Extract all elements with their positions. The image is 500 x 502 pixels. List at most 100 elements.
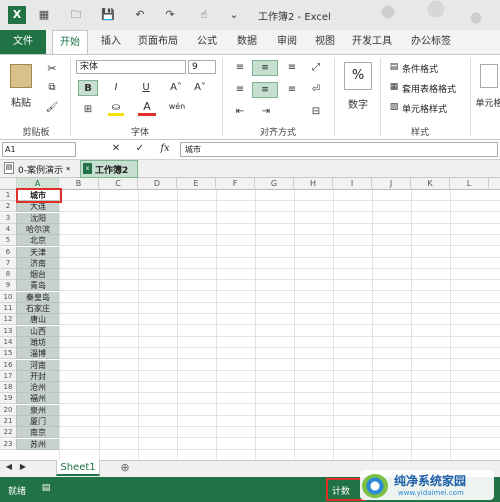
row-header[interactable]: 10 (0, 292, 17, 303)
italic-button[interactable]: I (106, 80, 126, 96)
cell-styles-button[interactable]: 单元格样式 (402, 102, 447, 115)
cell-city[interactable]: 沧州 (17, 382, 59, 393)
row-header[interactable]: 13 (0, 326, 17, 337)
phonetic-icon[interactable]: wén (166, 102, 188, 111)
redo-icon[interactable]: ↷ (162, 7, 178, 23)
tab-page-layout[interactable]: 页面布局 (136, 30, 180, 54)
align-center-icon[interactable]: ≡ (252, 82, 278, 98)
macro-record-icon[interactable]: ▤ (40, 483, 52, 493)
cell-city[interactable]: 泉州 (17, 405, 59, 416)
workbook-tab-label[interactable]: 工作簿2 (95, 163, 128, 176)
font-size-select[interactable]: 9 (188, 60, 216, 74)
number-format-icon[interactable]: % (344, 62, 372, 90)
insert-function-icon[interactable]: fx (158, 143, 172, 154)
decrease-indent-icon[interactable]: ⇤ (232, 104, 248, 120)
row-header[interactable]: 8 (0, 269, 17, 280)
cell-city[interactable]: 北京 (17, 235, 59, 246)
row-header[interactable]: 19 (0, 393, 17, 404)
row-header[interactable]: 23 (0, 439, 17, 450)
tab-view[interactable]: 视图 (310, 30, 340, 54)
row-header[interactable]: 22 (0, 427, 17, 438)
column-header-e[interactable]: E (177, 178, 216, 190)
cell-city[interactable]: 天津 (17, 247, 59, 258)
customize-qat-icon[interactable]: ⌄ (226, 7, 242, 23)
tab-formulas[interactable]: 公式 (192, 30, 222, 54)
tab-insert[interactable]: 插入 (96, 30, 126, 54)
bold-button[interactable]: B (78, 80, 98, 96)
border-icon[interactable]: ⊞ (78, 102, 98, 118)
tab-office-tab[interactable]: 办公标签 (408, 30, 454, 54)
column-header-j[interactable]: J (372, 178, 411, 190)
cell-city[interactable]: 烟台 (17, 269, 59, 280)
tab-data[interactable]: 数据 (232, 30, 262, 54)
cell-city[interactable]: 开封 (17, 371, 59, 382)
cell-city[interactable]: 山西 (17, 326, 59, 337)
add-sheet-icon[interactable]: ⊕ (118, 461, 132, 474)
merge-cells-icon[interactable]: ⊟ (308, 104, 324, 120)
font-grow-icon[interactable]: A˄ (166, 80, 186, 96)
underline-button[interactable]: U (136, 80, 156, 96)
fill-color-icon[interactable]: ⛀ (108, 102, 124, 116)
row-header[interactable]: 20 (0, 405, 17, 416)
row-header[interactable]: 2 (0, 201, 17, 212)
row-header[interactable]: 4 (0, 224, 17, 235)
format-table-button[interactable]: 套用表格格式 (402, 82, 456, 95)
cell-city[interactable]: 沈阳 (17, 213, 59, 224)
touch-mode-icon[interactable]: ☝ (196, 7, 212, 23)
enter-icon[interactable]: ✓ (134, 143, 146, 154)
cell-city[interactable]: 石家庄 (17, 303, 59, 314)
cell-city[interactable]: 秦皇岛 (17, 292, 59, 303)
align-left-icon[interactable]: ≡ (232, 82, 248, 98)
font-name-select[interactable]: 宋体 (76, 60, 186, 74)
row-header[interactable]: 6 (0, 247, 17, 258)
row-header[interactable]: 16 (0, 360, 17, 371)
number-button[interactable]: 数字 (340, 96, 376, 111)
column-header-c[interactable]: C (99, 178, 138, 190)
wrap-text-icon[interactable]: ⏎ (308, 82, 324, 98)
sheet-tab-sheet1[interactable]: Sheet1 (56, 460, 100, 476)
row-header[interactable]: 17 (0, 371, 17, 382)
align-bottom-icon[interactable]: ≡ (284, 60, 300, 76)
formula-input[interactable]: 城市 (180, 142, 498, 157)
cells-button[interactable]: 单元格 (474, 96, 500, 109)
align-top-icon[interactable]: ≡ (232, 60, 248, 76)
cell-city[interactable]: 南京 (17, 427, 59, 438)
column-header-h[interactable]: H (294, 178, 333, 190)
column-header-b[interactable]: B (59, 178, 99, 190)
column-header-d[interactable]: D (138, 178, 177, 190)
cell-city[interactable]: 哈尔滨 (17, 224, 59, 235)
row-header[interactable]: 1 (0, 190, 17, 201)
cell-city[interactable]: 淄博 (17, 348, 59, 359)
align-right-icon[interactable]: ≡ (284, 82, 300, 98)
orientation-icon[interactable]: ⤢ (308, 60, 324, 76)
scroll-left-icon[interactable]: ◀ (4, 462, 14, 471)
tab-developer[interactable]: 开发工具 (350, 30, 394, 54)
cell-city[interactable]: 苏州 (17, 439, 59, 450)
row-header[interactable]: 21 (0, 416, 17, 427)
cell-city[interactable]: 潍坊 (17, 337, 59, 348)
cell-city[interactable]: 唐山 (17, 314, 59, 325)
undo-icon[interactable]: ↶ (132, 7, 148, 23)
row-header[interactable]: 18 (0, 382, 17, 393)
scroll-right-icon[interactable]: ▶ (18, 462, 28, 471)
align-middle-icon[interactable]: ≡ (252, 60, 278, 76)
cell-city[interactable]: 青岛 (17, 280, 59, 291)
font-color-button[interactable]: A (138, 100, 156, 116)
conditional-format-button[interactable]: 条件格式 (402, 62, 438, 75)
open-folder-icon[interactable]: 🗀 (68, 7, 84, 23)
cell-city[interactable]: 济南 (17, 258, 59, 269)
cell-city[interactable]: 福州 (17, 393, 59, 404)
row-header[interactable]: 15 (0, 348, 17, 359)
row-header[interactable]: 12 (0, 314, 17, 325)
row-header[interactable]: 5 (0, 235, 17, 246)
row-header[interactable]: 14 (0, 337, 17, 348)
tab-review[interactable]: 审阅 (272, 30, 302, 54)
increase-indent-icon[interactable]: ⇥ (258, 104, 274, 120)
row-header[interactable]: 3 (0, 213, 17, 224)
cell-city[interactable]: 厦门 (17, 416, 59, 427)
row-header[interactable]: 9 (0, 280, 17, 291)
cell-city[interactable]: 河南 (17, 360, 59, 371)
column-header-f[interactable]: F (216, 178, 255, 190)
row-header[interactable]: 11 (0, 303, 17, 314)
cancel-icon[interactable]: ✕ (110, 143, 122, 154)
